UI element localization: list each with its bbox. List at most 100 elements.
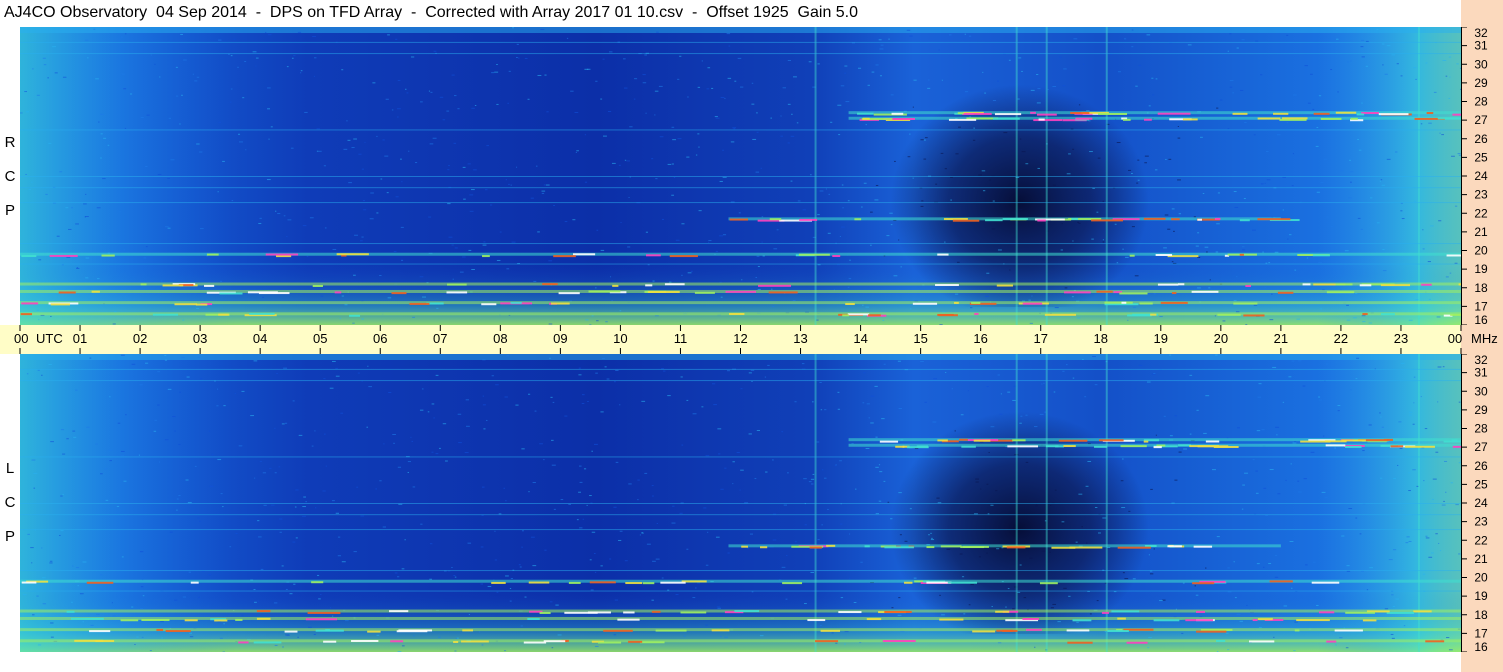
noise-speck [991,606,993,608]
noise-speck [295,537,298,539]
interference-streak [1006,546,1026,549]
frequency-tick-label: 32 [1474,27,1488,40]
noise-speck [289,593,293,595]
time-tick-label: 11 [674,331,688,346]
noise-speck [734,80,737,82]
interference-streak [203,284,215,287]
noise-speck [146,114,150,116]
noise-speck [313,75,316,77]
noise-speck [1427,261,1431,263]
noise-speck [1326,363,1329,365]
noise-speck [756,429,760,431]
interference-streak [826,544,836,547]
noise-speck [499,231,502,233]
noise-speck [909,508,912,510]
noise-speck [824,409,827,411]
noise-speck [576,519,579,521]
noise-speck [309,217,314,219]
noise-speck [179,391,181,393]
interference-streak [398,629,433,632]
noise-speck [844,72,847,74]
frequency-axis-lcp: 16 17 18 19 20 21 22 23 24 25 26 27 28 29 30 31 32 [1461,353,1503,654]
interference-streak [1030,111,1036,114]
interference-streak [1189,445,1219,448]
noise-speck [519,566,522,568]
interference-streak [219,292,243,295]
noise-speck [71,601,73,603]
noise-speck [1425,537,1430,539]
noise-speck [329,387,334,389]
noise-speck [1359,533,1362,535]
noise-speck [1341,535,1345,537]
noise-speck [1413,200,1417,202]
interference-streak [960,546,985,549]
noise-speck [1285,479,1287,481]
interference-streak [1452,445,1461,448]
noise-speck [1251,229,1256,231]
noise-speck [1365,65,1369,67]
interference-streak [1257,618,1273,621]
interference-streak [1063,445,1076,448]
noise-speck [1348,508,1353,510]
noise-speck [506,355,509,357]
noise-speck [97,278,100,280]
noise-speck [620,222,622,224]
noise-speck [1018,57,1022,59]
noise-speck [1384,73,1388,75]
interference-band [848,116,1461,120]
noise-speck [1413,402,1415,404]
noise-speck [713,404,717,406]
noise-speck [1345,647,1349,649]
interference-streak [195,303,208,306]
noise-speck [1361,56,1365,58]
interference-streak [1325,444,1346,447]
interference-streak [842,314,849,317]
carrier-line [20,202,1461,204]
noise-speck [314,507,317,509]
noise-speck [1424,428,1428,430]
noise-speck [687,272,692,274]
noise-speck [451,74,455,76]
noise-speck [1236,276,1238,278]
frequency-tick-label: 28 [1474,422,1488,436]
noise-speck [1368,424,1372,426]
noise-speck [176,498,179,500]
interference-streak [367,630,381,633]
noise-speck [1035,505,1038,507]
noise-speck [483,428,486,430]
noise-speck [329,607,332,609]
interference-streak [864,545,870,548]
interference-streak [446,283,467,286]
noise-speck [591,531,596,533]
noise-speck [178,443,181,445]
interference-streak [1045,445,1059,448]
time-tick-label: 06 [373,331,387,346]
noise-speck [1428,556,1433,558]
interference-streak [482,255,490,258]
noise-speck [791,113,793,115]
noise-speck [259,217,262,219]
noise-speck [988,451,990,453]
noise-speck [1233,300,1237,302]
time-tick-label: 08 [493,331,507,346]
noise-speck [995,490,998,492]
time-tick-label: 09 [553,331,567,346]
noise-speck [1098,532,1101,534]
noise-speck [741,279,743,281]
noise-speck [715,117,720,119]
noise-speck [679,512,683,514]
noise-speck [1077,221,1080,223]
noise-speck [1029,557,1033,559]
noise-speck [879,48,884,50]
noise-speck [539,443,543,445]
time-tick-label: 22 [1334,331,1348,346]
noise-speck [282,646,284,648]
noise-speck [1390,633,1394,635]
noise-speck [941,614,945,616]
noise-speck [1382,249,1385,251]
noise-speck [1178,213,1182,215]
noise-speck [1446,637,1450,639]
noise-speck [739,489,741,491]
interference-streak [1117,546,1151,549]
noise-speck [520,625,523,627]
